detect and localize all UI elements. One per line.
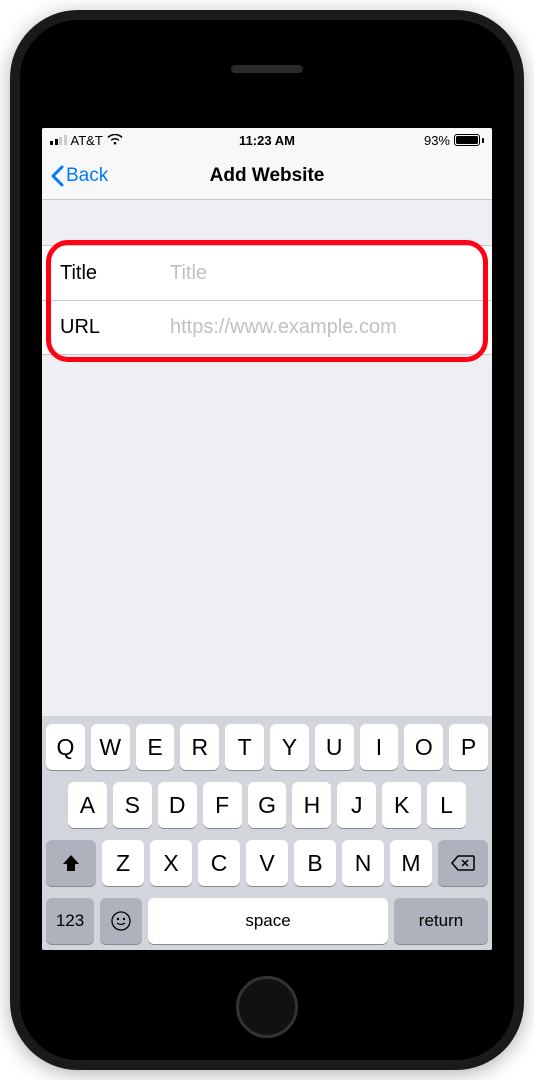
key-z[interactable]: Z (102, 840, 144, 886)
shift-key[interactable] (46, 840, 96, 886)
device-inner: AT&T 11:23 AM 93% (20, 20, 514, 1060)
keyboard-row-2: A S D F G H J K L (46, 782, 488, 828)
signal-icon (50, 135, 67, 145)
key-j[interactable]: J (337, 782, 376, 828)
keyboard-row-4: 123 space return (46, 898, 488, 944)
title-label: Title (60, 262, 170, 285)
key-r[interactable]: R (180, 724, 219, 770)
status-left: AT&T (50, 133, 123, 148)
key-n[interactable]: N (342, 840, 384, 886)
device-frame: AT&T 11:23 AM 93% (10, 10, 524, 1070)
key-h[interactable]: H (292, 782, 331, 828)
battery-icon (454, 134, 484, 146)
key-d[interactable]: D (158, 782, 197, 828)
key-y[interactable]: Y (270, 724, 309, 770)
return-key[interactable]: return (394, 898, 488, 944)
url-label: URL (60, 316, 170, 339)
home-button[interactable] (236, 976, 298, 1038)
status-right: 93% (424, 133, 484, 148)
key-b[interactable]: B (294, 840, 336, 886)
back-button[interactable]: Back (50, 165, 108, 187)
keyboard-row-3: Z X C V B N M (46, 840, 488, 886)
screen: AT&T 11:23 AM 93% (42, 128, 492, 950)
keyboard: Q W E R T Y U I O P A S D F G H (42, 716, 492, 950)
key-m[interactable]: M (390, 840, 432, 886)
key-a[interactable]: A (68, 782, 107, 828)
key-l[interactable]: L (427, 782, 466, 828)
battery-percent-label: 93% (424, 133, 450, 148)
key-e[interactable]: E (136, 724, 175, 770)
url-input[interactable] (170, 316, 474, 339)
url-row: URL (42, 300, 492, 354)
key-w[interactable]: W (91, 724, 130, 770)
key-f[interactable]: F (203, 782, 242, 828)
backspace-key[interactable] (438, 840, 488, 886)
page-title: Add Website (210, 165, 325, 187)
chevron-left-icon (50, 165, 64, 187)
nav-bar: Back Add Website (42, 152, 492, 200)
keyboard-row-1: Q W E R T Y U I O P (46, 724, 488, 770)
key-p[interactable]: P (449, 724, 488, 770)
title-row: Title (42, 246, 492, 300)
key-u[interactable]: U (315, 724, 354, 770)
content-area: Title URL (42, 200, 492, 716)
key-c[interactable]: C (198, 840, 240, 886)
key-q[interactable]: Q (46, 724, 85, 770)
speaker-grill (231, 65, 303, 73)
status-bar: AT&T 11:23 AM 93% (42, 128, 492, 152)
key-v[interactable]: V (246, 840, 288, 886)
back-label: Back (66, 165, 108, 187)
key-s[interactable]: S (113, 782, 152, 828)
key-o[interactable]: O (404, 724, 443, 770)
key-x[interactable]: X (150, 840, 192, 886)
key-g[interactable]: G (248, 782, 287, 828)
form-group: Title URL (42, 245, 492, 355)
key-i[interactable]: I (360, 724, 399, 770)
key-t[interactable]: T (225, 724, 264, 770)
mode-key[interactable]: 123 (46, 898, 94, 944)
title-input[interactable] (170, 262, 474, 285)
space-key[interactable]: space (148, 898, 388, 944)
wifi-icon (107, 134, 123, 146)
clock-label: 11:23 AM (239, 133, 295, 148)
carrier-label: AT&T (71, 133, 103, 148)
emoji-key[interactable] (100, 898, 142, 944)
key-k[interactable]: K (382, 782, 421, 828)
